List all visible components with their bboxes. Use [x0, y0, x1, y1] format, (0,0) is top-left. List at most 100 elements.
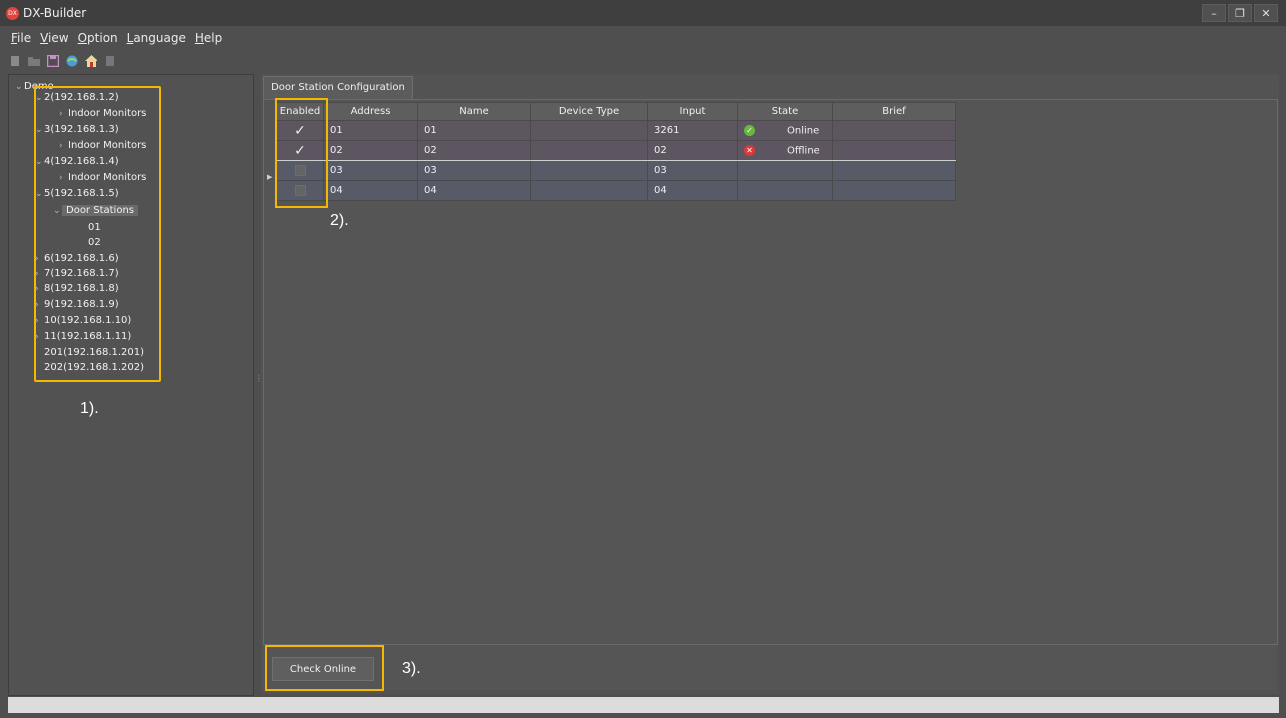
device-type-cell[interactable]	[530, 120, 648, 141]
chevron-right-icon[interactable]: ›	[35, 314, 44, 329]
table-row[interactable]: ✓ 01 01 3261 ✓ Online	[276, 120, 956, 141]
tree-node-indoor-monitors[interactable]: › Indoor Monitors	[59, 170, 146, 185]
brief-cell[interactable]	[832, 140, 956, 161]
chevron-right-icon[interactable]: ›	[35, 282, 44, 297]
tree-node-device-2[interactable]: ⌄2(192.168.1.2)	[35, 90, 119, 105]
menu-file[interactable]: File	[11, 31, 31, 45]
input-cell[interactable]: 03	[647, 160, 738, 181]
enabled-checkbox[interactable]	[276, 160, 324, 181]
chevron-down-icon[interactable]: ⌄	[15, 80, 24, 95]
brief-cell[interactable]	[832, 120, 956, 141]
tab-door-station-configuration[interactable]: Door Station Configuration	[263, 76, 413, 99]
tree-node-device-4[interactable]: ⌄4(192.168.1.4)	[35, 154, 119, 169]
minimize-button[interactable]: –	[1202, 4, 1226, 22]
tree-node-device-9[interactable]: › 9(192.168.1.9)	[35, 297, 119, 312]
tree-node-device-202[interactable]: 202(192.168.1.202)	[44, 360, 144, 375]
column-header-address[interactable]: Address	[323, 102, 418, 121]
online-check-icon: ✓	[744, 124, 755, 136]
device-type-cell[interactable]	[530, 180, 648, 201]
chevron-down-icon[interactable]: ⌄	[35, 187, 44, 202]
tree-node-indoor-monitors[interactable]: › Indoor Monitors	[59, 106, 146, 121]
device-type-cell[interactable]	[530, 140, 648, 161]
tree-node-device-6[interactable]: › 6(192.168.1.6)	[35, 251, 119, 266]
name-cell[interactable]: 03	[417, 160, 531, 181]
state-cell: ✕ Offline	[737, 140, 833, 161]
door-station-table: Enabled Address Name Device Type Input S…	[276, 102, 956, 201]
column-header-input[interactable]: Input	[647, 102, 738, 121]
chevron-right-icon[interactable]: ›	[59, 107, 68, 122]
name-cell[interactable]: 01	[417, 120, 531, 141]
tree-node-door-station-01[interactable]: 01	[88, 220, 101, 235]
state-label: Offline	[787, 145, 820, 157]
check-online-button[interactable]: Check Online	[272, 657, 374, 681]
device-type-cell[interactable]	[530, 160, 648, 181]
globe-icon[interactable]	[66, 55, 78, 67]
input-cell[interactable]: 3261	[647, 120, 738, 141]
chevron-right-icon[interactable]: ›	[35, 267, 44, 282]
restore-button[interactable]: ❐	[1228, 4, 1252, 22]
column-header-name[interactable]: Name	[417, 102, 531, 121]
annotation-label-2: 2).	[330, 212, 349, 229]
address-cell[interactable]: 02	[323, 140, 418, 161]
home-icon[interactable]	[85, 55, 97, 67]
tree-node-device-201[interactable]: 201(192.168.1.201)	[44, 345, 144, 360]
menu-view-key: V	[40, 31, 49, 45]
tree-node-device-7[interactable]: › 7(192.168.1.7)	[35, 266, 119, 281]
configuration-content: ▶ Enabled Address Name Device Type Input…	[263, 99, 1278, 645]
open-folder-icon[interactable]	[28, 55, 40, 67]
table-row[interactable]: 04 04 04	[276, 180, 956, 201]
name-cell[interactable]: 04	[417, 180, 531, 201]
unchecked-box-icon	[294, 184, 306, 196]
save-icon[interactable]	[47, 55, 59, 67]
brief-cell[interactable]	[832, 180, 956, 201]
tree-node-label: 01	[88, 222, 101, 233]
close-button[interactable]: ✕	[1254, 4, 1278, 22]
tree-node-device-10[interactable]: › 10(192.168.1.10)	[35, 313, 131, 328]
menu-view[interactable]: View	[40, 31, 68, 45]
tree-node-door-stations[interactable]: ⌄ Door Stations	[53, 203, 138, 218]
address-cell[interactable]: 04	[323, 180, 418, 201]
chevron-right-icon[interactable]: ›	[35, 252, 44, 267]
input-cell[interactable]: 04	[647, 180, 738, 201]
tree-node-label: 02	[88, 237, 101, 248]
address-cell[interactable]: 01	[323, 120, 418, 141]
chevron-down-icon[interactable]: ⌄	[35, 155, 44, 170]
tree-node-label: 5(192.168.1.5)	[44, 188, 119, 199]
enabled-checkbox[interactable]: ✓	[276, 140, 324, 161]
menu-bar: File View Option Language Help	[0, 28, 222, 48]
database-icon[interactable]	[104, 55, 116, 67]
tree-node-label: 9(192.168.1.9)	[44, 299, 119, 310]
column-header-device-type[interactable]: Device Type	[530, 102, 648, 121]
column-header-state[interactable]: State	[737, 102, 833, 121]
column-header-enabled[interactable]: Enabled	[276, 102, 324, 121]
tree-node-device-5[interactable]: ⌄5(192.168.1.5)	[35, 186, 119, 201]
chevron-down-icon[interactable]: ⌄	[35, 123, 44, 138]
table-row[interactable]: 03 03 03	[276, 160, 956, 181]
enabled-checkbox[interactable]: ✓	[276, 120, 324, 141]
chevron-right-icon[interactable]: ›	[59, 171, 68, 186]
new-file-icon[interactable]	[9, 55, 21, 67]
chevron-down-icon[interactable]: ⌄	[35, 91, 44, 106]
name-cell[interactable]: 02	[417, 140, 531, 161]
tree-node-door-station-02[interactable]: 02	[88, 235, 101, 250]
annotation-label-1: 1).	[80, 400, 99, 417]
menu-help[interactable]: Help	[195, 31, 222, 45]
menu-language[interactable]: Language	[127, 31, 186, 45]
address-cell[interactable]: 03	[323, 160, 418, 181]
chevron-right-icon[interactable]: ›	[35, 298, 44, 313]
enabled-checkbox[interactable]	[276, 180, 324, 201]
chevron-right-icon[interactable]: ›	[35, 330, 44, 345]
tree-node-device-8[interactable]: › 8(192.168.1.8)	[35, 281, 119, 296]
column-header-brief[interactable]: Brief	[832, 102, 956, 121]
table-row[interactable]: ✓ 02 02 02 ✕ Offline	[276, 140, 956, 161]
menu-option[interactable]: Option	[78, 31, 118, 45]
brief-cell[interactable]	[832, 160, 956, 181]
chevron-down-icon[interactable]: ⌄	[53, 204, 62, 219]
chevron-right-icon[interactable]: ›	[59, 139, 68, 154]
input-cell[interactable]: 02	[647, 140, 738, 161]
panel-splitter[interactable]: ⋮	[255, 374, 263, 394]
tree-node-indoor-monitors[interactable]: › Indoor Monitors	[59, 138, 146, 153]
tree-node-label: 8(192.168.1.8)	[44, 283, 119, 294]
tree-node-device-3[interactable]: ⌄3(192.168.1.3)	[35, 122, 119, 137]
tree-node-device-11[interactable]: › 11(192.168.1.11)	[35, 329, 131, 344]
